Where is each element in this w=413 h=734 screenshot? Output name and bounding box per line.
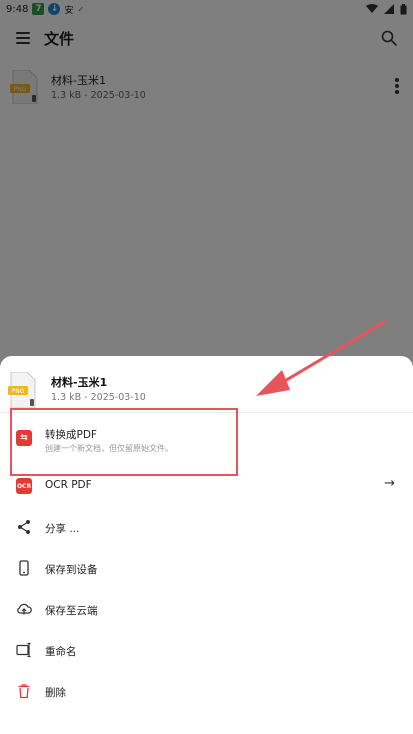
png-file-icon: PNG	[8, 372, 36, 408]
svg-text:PNG: PNG	[12, 388, 25, 395]
delete-option[interactable]: 删除	[0, 682, 413, 722]
save-to-cloud-option[interactable]: 保存至云端	[0, 600, 413, 640]
option-label: 删除	[45, 687, 66, 699]
phone-icon	[19, 560, 29, 576]
cloud-upload-icon	[17, 603, 32, 615]
option-label: 保存至云端	[45, 605, 98, 617]
sheet-file-name: 材料-玉米1	[51, 376, 108, 389]
save-to-device-option[interactable]: 保存到设备	[0, 559, 413, 599]
option-label: OCR PDF	[45, 479, 92, 491]
option-label: 保存到设备	[45, 564, 98, 576]
ocr-pdf-option[interactable]: OCR OCR PDF →	[0, 476, 413, 516]
ocr-icon: OCR	[16, 478, 32, 494]
share-icon	[18, 520, 30, 534]
annotation-highlight-box	[10, 408, 238, 476]
trash-icon	[18, 684, 30, 699]
arrow-right-icon: →	[384, 476, 395, 491]
rename-icon	[16, 642, 31, 658]
sheet-file-meta: 1.3 kB - 2025-03-10	[51, 392, 146, 403]
option-label: 重命名	[45, 646, 77, 658]
share-option[interactable]: 分享 ...	[0, 518, 413, 558]
option-label: 分享 ...	[45, 523, 80, 535]
rename-option[interactable]: 重命名	[0, 641, 413, 681]
